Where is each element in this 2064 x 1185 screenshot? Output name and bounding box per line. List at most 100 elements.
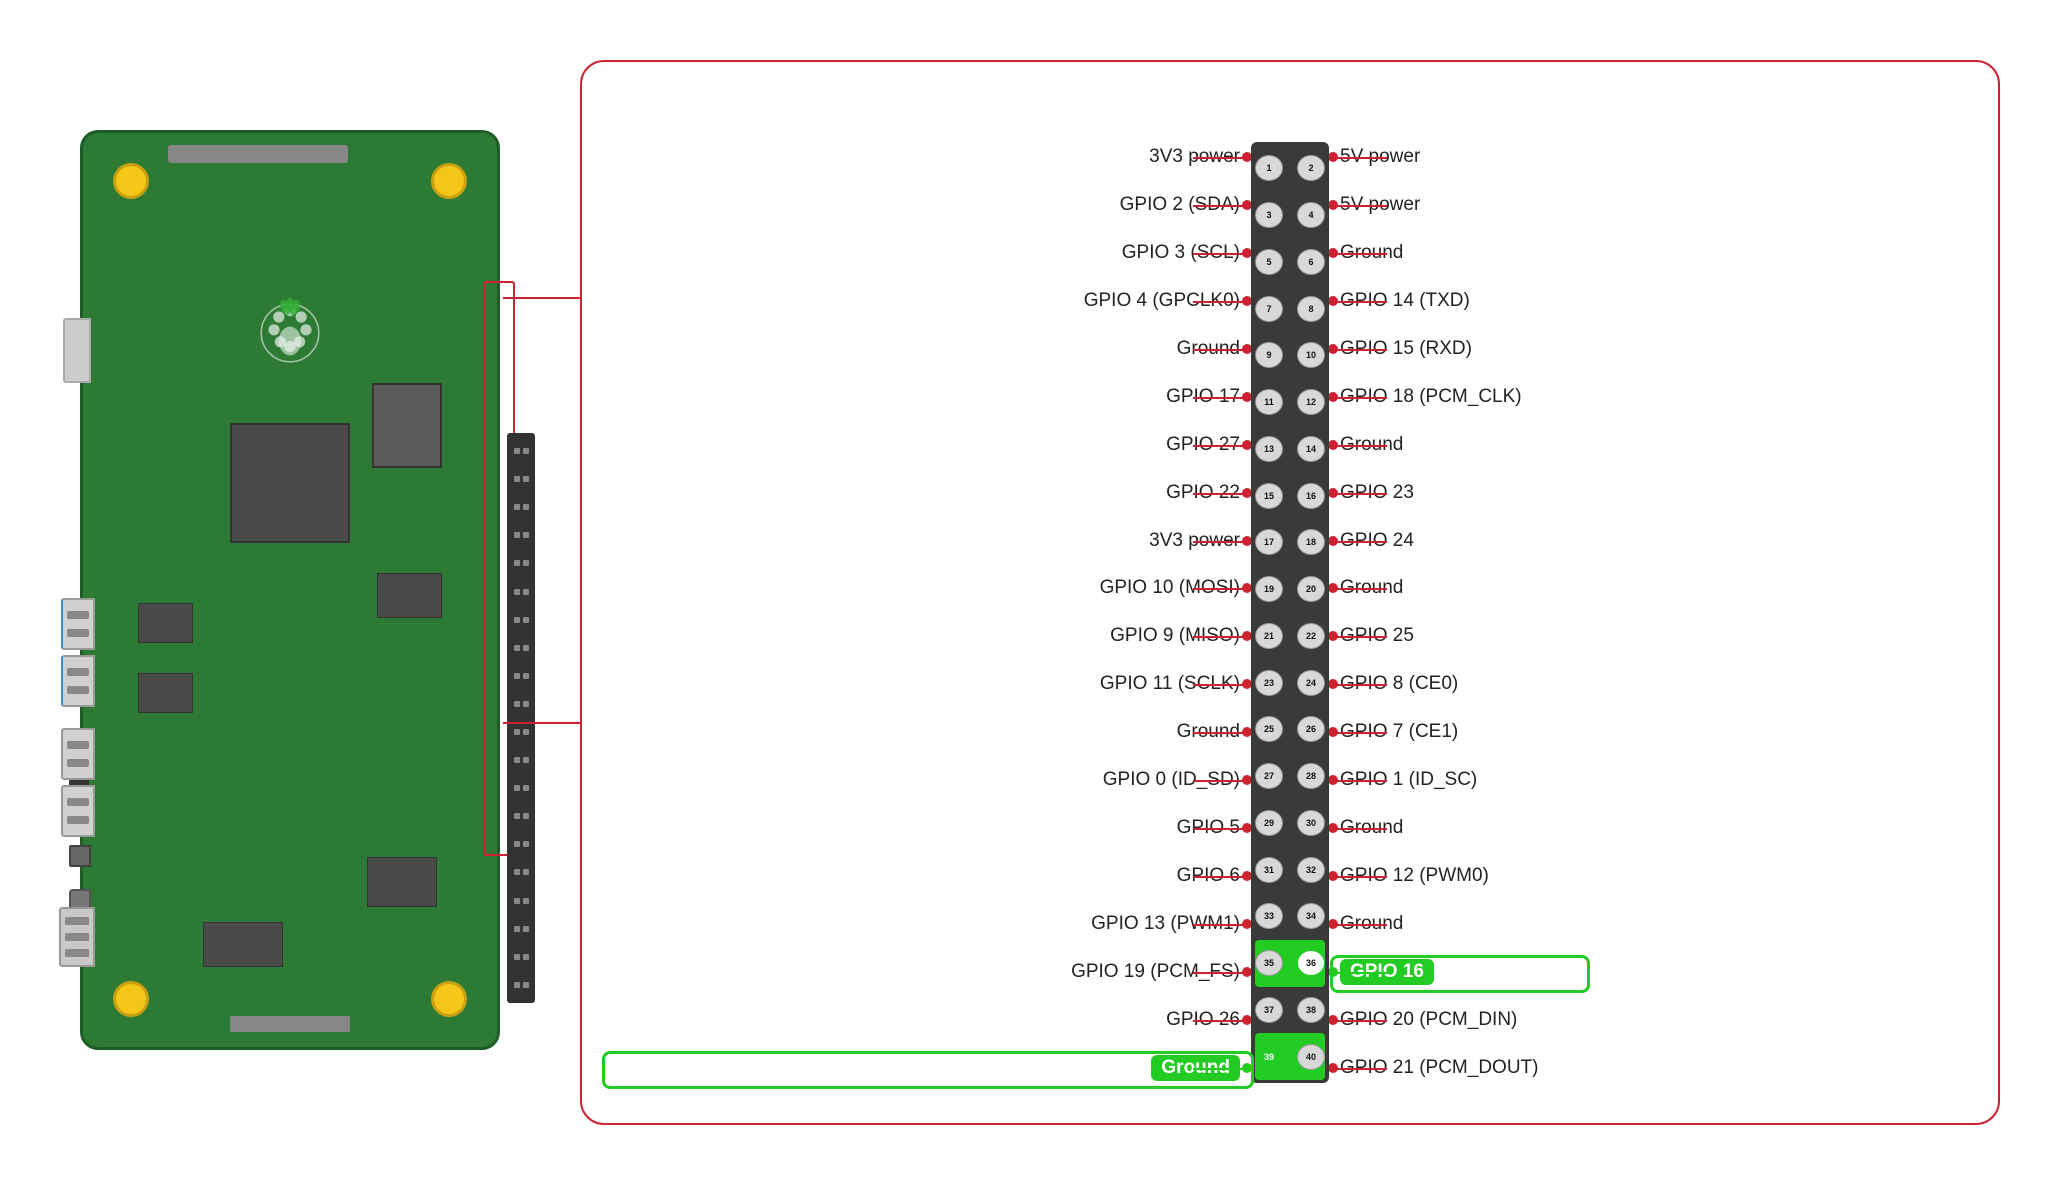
board-body: // render pin dots for(let i=0;i<20;i++)…	[80, 130, 500, 1050]
center-header: 1 2 3 4 5 6 7 8 9 10 11 12 13 14 15 16 1…	[1251, 142, 1329, 1083]
pin-num-40: 40	[1297, 1044, 1325, 1070]
pin-num-29: 29	[1255, 810, 1283, 836]
line-right-pin-30	[1337, 828, 1387, 830]
pin-num-4: 4	[1297, 202, 1325, 228]
line-left-pin-17	[1193, 541, 1243, 543]
pin-num-10: 10	[1297, 342, 1325, 368]
csi-connector	[168, 145, 348, 163]
pin-num-8: 8	[1297, 296, 1325, 322]
pin-num-18: 18	[1297, 529, 1325, 555]
pin-num-5: 5	[1255, 249, 1283, 275]
usb3-group	[61, 598, 95, 707]
pin-num-row-31-32: 31 32	[1255, 846, 1325, 893]
mount-hole-br	[431, 981, 467, 1017]
pin-num-13: 13	[1255, 436, 1283, 462]
gpio-panel: 1 2 3 4 5 6 7 8 9 10 11 12 13 14 15 16 1…	[580, 60, 2000, 1125]
pin-num-row-33-34: 33 34	[1255, 893, 1325, 940]
pin-num-row-35-36: 35 36	[1255, 940, 1325, 987]
pin-num-row-39-40: 39 40	[1255, 1033, 1325, 1080]
pin-num-12: 12	[1297, 389, 1325, 415]
line-left-pin-39	[1193, 1068, 1243, 1070]
line-left-pin-9	[1193, 349, 1243, 351]
line-left-pin-31	[1193, 876, 1243, 878]
line-left-pin-29	[1193, 828, 1243, 830]
pin-num-row-29-30: 29 30	[1255, 800, 1325, 847]
line-left-pin-21	[1193, 636, 1243, 638]
line-left-pin-19	[1193, 588, 1243, 590]
pin-num-14: 14	[1297, 436, 1325, 462]
line-left-pin-3	[1193, 205, 1243, 207]
line-left-pin-13	[1193, 445, 1243, 447]
pin-num-25: 25	[1255, 716, 1283, 742]
pin-num-15: 15	[1255, 483, 1283, 509]
pin-num-1: 1	[1255, 155, 1283, 181]
pin-num-27: 27	[1255, 763, 1283, 789]
cpu-chip	[230, 423, 350, 543]
line-right-pin-22	[1337, 636, 1387, 638]
pin-num-30: 30	[1297, 810, 1325, 836]
pin-num-16: 16	[1297, 483, 1325, 509]
pin-num-23: 23	[1255, 670, 1283, 696]
pin-num-20: 20	[1297, 576, 1325, 602]
pin-num-21: 21	[1255, 623, 1283, 649]
pin-num-row-11-12: 11 12	[1255, 379, 1325, 426]
pin-num-39: 39	[1255, 1044, 1283, 1070]
usb2-group	[61, 728, 95, 837]
pin-num-32: 32	[1297, 857, 1325, 883]
pin-num-row-17-18: 17 18	[1255, 519, 1325, 566]
pin-num-36: 36	[1297, 950, 1325, 976]
small-chip-5	[203, 922, 283, 967]
line-left-pin-25	[1193, 732, 1243, 734]
pin-num-22: 22	[1297, 623, 1325, 649]
mount-hole-tr	[431, 163, 467, 199]
pin-num-row-5-6: 5 6	[1255, 239, 1325, 286]
line-right-pin-14	[1337, 445, 1387, 447]
pin-num-2: 2	[1297, 155, 1325, 181]
line-right-pin-28	[1337, 780, 1387, 782]
line-right-pin-20	[1337, 588, 1387, 590]
pin-num-row-1-2: 1 2	[1255, 145, 1325, 192]
sd-slot	[63, 318, 91, 383]
line-right-pin-38	[1337, 1020, 1387, 1022]
pin-num-11: 11	[1255, 389, 1283, 415]
pin-num-3: 3	[1255, 202, 1283, 228]
pin-num-34: 34	[1297, 903, 1325, 929]
mount-hole-bl	[113, 981, 149, 1017]
line-left-pin-1	[1193, 157, 1243, 159]
pin-num-19: 19	[1255, 576, 1283, 602]
line-right-pin-26	[1337, 732, 1387, 734]
pin-num-row-19-20: 19 20	[1255, 566, 1325, 613]
pin-num-row-21-22: 21 22	[1255, 613, 1325, 660]
line-left-pin-7	[1193, 301, 1243, 303]
line-right-pin-4	[1337, 205, 1387, 207]
small-chip-4	[367, 857, 437, 907]
pin-num-row-25-26: 25 26	[1255, 706, 1325, 753]
line-right-pin-2	[1337, 157, 1387, 159]
line-left-pin-15	[1193, 493, 1243, 495]
small-chip-3	[377, 573, 442, 618]
rpi-logo	[250, 293, 330, 373]
line-right-pin-12	[1337, 397, 1387, 399]
pin-num-row-7-8: 7 8	[1255, 285, 1325, 332]
ram-chip	[372, 383, 442, 468]
pin-num-row-9-10: 9 10	[1255, 332, 1325, 379]
pin-num-9: 9	[1255, 342, 1283, 368]
pin-num-24: 24	[1297, 670, 1325, 696]
ethernet-port	[59, 907, 95, 967]
mount-hole-tl	[113, 163, 149, 199]
pin-num-28: 28	[1297, 763, 1325, 789]
gpio-header-highlight: // render pin dots for(let i=0;i<20;i++)…	[483, 281, 515, 856]
pin-num-7: 7	[1255, 296, 1283, 322]
pin-num-31: 31	[1255, 857, 1283, 883]
line-left-pin-35	[1193, 972, 1243, 974]
fpc-connector	[230, 1016, 350, 1032]
gpio-header-board: // render pin dots for(let i=0;i<20;i++)…	[507, 433, 535, 1003]
raspberry-pi-board: // render pin dots for(let i=0;i<20;i++)…	[60, 110, 520, 1070]
pin-num-33: 33	[1255, 903, 1283, 929]
line-right-pin-16	[1337, 493, 1387, 495]
line-right-pin-6	[1337, 253, 1387, 255]
line-left-pin-33	[1193, 924, 1243, 926]
line-right-pin-18	[1337, 541, 1387, 543]
small-chip-2	[138, 673, 193, 713]
pin-num-37: 37	[1255, 997, 1283, 1023]
